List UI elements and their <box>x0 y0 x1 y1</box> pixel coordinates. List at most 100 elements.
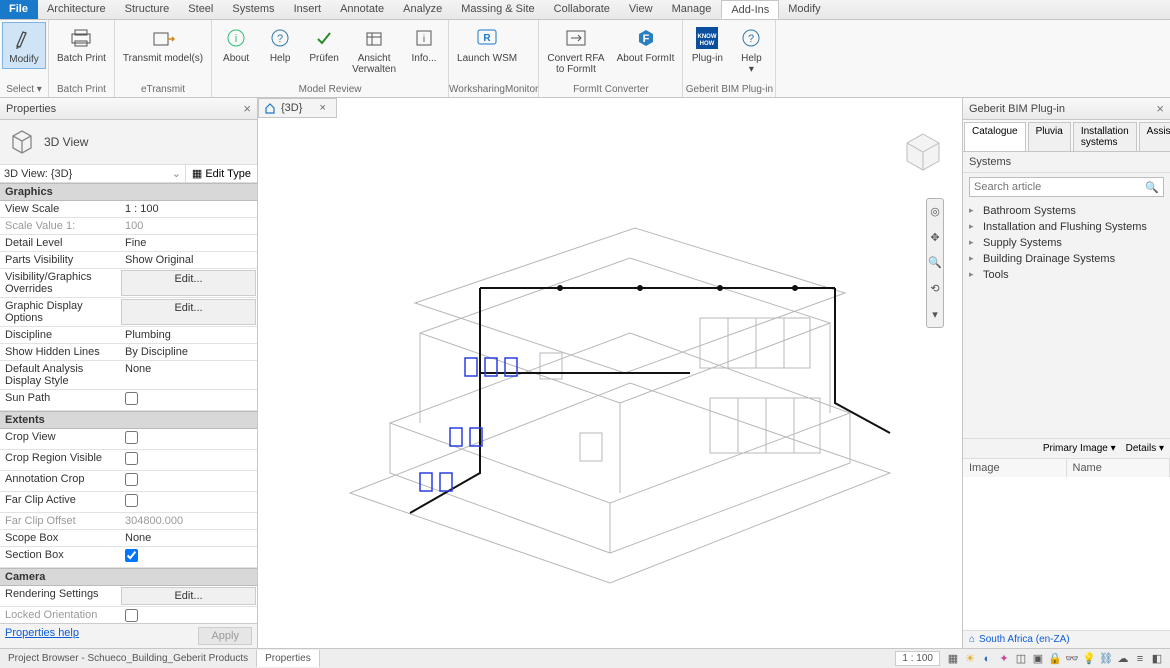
cloud-icon[interactable]: ☁ <box>1116 652 1130 666</box>
property-value[interactable] <box>120 547 257 567</box>
property-value[interactable]: By Discipline <box>120 344 257 360</box>
crop-icon[interactable]: ◫ <box>1014 652 1028 666</box>
model-graphics-icon[interactable]: ▦ <box>946 652 960 666</box>
tab-modify[interactable]: Modify <box>779 0 830 19</box>
navigation-bar[interactable]: ◎ ✥ 🔍 ⟲ ▾ <box>926 198 944 328</box>
orbit-icon[interactable]: ⟲ <box>930 282 939 295</box>
property-checkbox[interactable] <box>125 473 138 486</box>
properties-help-link[interactable]: Properties help <box>5 627 79 645</box>
ribbon-convert-button[interactable]: Convert RFAto FormIt <box>541 22 610 78</box>
tree-item[interactable]: Bathroom Systems <box>969 203 1164 219</box>
close-icon[interactable]: × <box>243 101 251 116</box>
tab-structure[interactable]: Structure <box>116 0 180 19</box>
ribbon-wsm-button[interactable]: RLaunch WSM <box>451 22 523 67</box>
tree-item[interactable]: Tools <box>969 267 1164 283</box>
property-value[interactable]: Edit... <box>121 587 256 605</box>
type-selector[interactable]: 3D View <box>0 120 257 164</box>
tab-manage[interactable]: Manage <box>663 0 722 19</box>
ribbon-ghelp-button[interactable]: ?Help▾ <box>729 22 773 78</box>
tab-analyze[interactable]: Analyze <box>394 0 452 19</box>
primary-image-dropdown[interactable]: Primary Image ▾ <box>1043 443 1116 454</box>
view-tab-3d[interactable]: {3D} × <box>258 98 337 118</box>
ribbon-verwalten-button[interactable]: AnsichtVerwalten <box>346 22 402 78</box>
property-checkbox[interactable] <box>125 549 138 562</box>
property-value[interactable]: Fine <box>120 235 257 251</box>
property-value[interactable]: Edit... <box>121 270 256 296</box>
locale-selector[interactable]: ⌂ South Africa (en-ZA) <box>963 630 1170 648</box>
close-icon[interactable]: × <box>1156 101 1164 116</box>
tab-massing-site[interactable]: Massing & Site <box>452 0 544 19</box>
shadow-icon[interactable]: ◐ <box>980 652 994 666</box>
model-view[interactable] <box>258 118 962 648</box>
close-icon[interactable]: × <box>319 102 325 114</box>
tab-addins[interactable]: Add-Ins <box>721 0 779 19</box>
property-value[interactable] <box>120 429 257 449</box>
lock-icon[interactable]: 🔒 <box>1048 652 1062 666</box>
tab-properties[interactable]: Properties <box>257 650 320 667</box>
tab-assistants[interactable]: Assistants <box>1139 122 1170 151</box>
ribbon-about-button[interactable]: iAbout <box>214 22 258 67</box>
property-value[interactable]: Plumbing <box>120 327 257 343</box>
property-value[interactable]: None <box>120 530 257 546</box>
property-checkbox[interactable] <box>125 452 138 465</box>
search-input[interactable] <box>970 178 1141 196</box>
search-icon[interactable]: 🔍 <box>1141 181 1163 194</box>
tab-insert[interactable]: Insert <box>285 0 332 19</box>
chevron-down-icon[interactable]: ⌄ <box>168 167 185 180</box>
property-checkbox[interactable] <box>125 392 138 405</box>
tab-view[interactable]: View <box>620 0 663 19</box>
tab-install-sys[interactable]: Installation systems <box>1073 122 1137 151</box>
tab-collaborate[interactable]: Collaborate <box>545 0 620 19</box>
temp-hide-icon[interactable]: 👓 <box>1065 652 1079 666</box>
tab-file[interactable]: File <box>0 0 38 19</box>
ribbon-aboutformit-button[interactable]: FAbout FormIt <box>611 22 681 67</box>
ribbon-help-button[interactable]: ?Help <box>258 22 302 67</box>
details-dropdown[interactable]: Details ▾ <box>1126 443 1164 454</box>
property-checkbox[interactable] <box>125 494 138 507</box>
ribbon-info-button[interactable]: iInfo... <box>402 22 446 67</box>
steering-wheel-icon[interactable]: ◎ <box>930 205 940 218</box>
property-checkbox[interactable] <box>125 431 138 444</box>
property-value[interactable]: Edit... <box>121 299 256 325</box>
col-name[interactable]: Name <box>1067 459 1170 477</box>
ribbon-plugin-button[interactable]: KNOWHOWPlug-in <box>685 22 729 67</box>
tab-project-browser[interactable]: Project Browser - Schueco_Building_Geber… <box>0 650 257 667</box>
property-value[interactable]: None <box>120 361 257 389</box>
chevron-down-icon[interactable]: ▾ <box>932 308 938 321</box>
tab-catalogue[interactable]: Catalogue <box>964 122 1026 151</box>
tab-systems[interactable]: Systems <box>223 0 284 19</box>
sun-icon[interactable]: ☀ <box>963 652 977 666</box>
ribbon-prufen-button[interactable]: Prüfen <box>302 22 346 67</box>
zoom-icon[interactable]: 🔍 <box>928 256 942 269</box>
analytical-icon[interactable]: ≡ <box>1133 652 1147 666</box>
tab-architecture[interactable]: Architecture <box>38 0 116 19</box>
col-image[interactable]: Image <box>963 459 1067 477</box>
tree-item[interactable]: Building Drainage Systems <box>969 251 1164 267</box>
pan-icon[interactable]: ✥ <box>930 231 939 244</box>
reveal-icon[interactable]: 💡 <box>1082 652 1096 666</box>
property-value[interactable] <box>120 450 257 470</box>
property-value[interactable]: Show Original <box>120 252 257 268</box>
constraints-icon[interactable]: ⛓ <box>1099 652 1113 666</box>
ribbon-transmit-button[interactable]: Transmit model(s) <box>117 22 209 67</box>
crop-region-icon[interactable]: ▣ <box>1031 652 1045 666</box>
tab-pluvia[interactable]: Pluvia <box>1028 122 1071 151</box>
family-instance-select[interactable]: 3D View: {3D} <box>0 166 168 182</box>
ribbon-batchprint-button[interactable]: Batch Print <box>51 22 112 67</box>
tree-item[interactable]: Installation and Flushing Systems <box>969 219 1164 235</box>
property-value[interactable] <box>120 492 257 512</box>
ribbon-modify-button[interactable]: Modify <box>2 22 46 69</box>
view-cube[interactable] <box>896 128 950 182</box>
property-value[interactable]: 1 : 100 <box>120 201 257 217</box>
tab-steel[interactable]: Steel <box>179 0 223 19</box>
tree-item[interactable]: Supply Systems <box>969 235 1164 251</box>
render-icon[interactable]: ✦ <box>997 652 1011 666</box>
property-value[interactable] <box>120 471 257 491</box>
tab-annotate[interactable]: Annotate <box>331 0 394 19</box>
highlight-icon[interactable]: ◧ <box>1150 652 1164 666</box>
edit-type-button[interactable]: ▦ Edit Type <box>185 165 257 182</box>
drawing-canvas[interactable]: {3D} × <box>258 98 962 648</box>
view-scale[interactable]: 1 : 100 <box>895 651 940 666</box>
apply-button[interactable]: Apply <box>198 627 252 645</box>
property-value[interactable] <box>120 390 257 410</box>
